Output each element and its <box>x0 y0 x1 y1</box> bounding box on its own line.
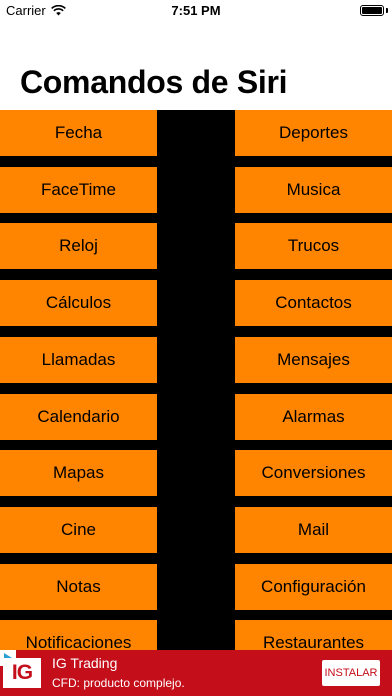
command-button-mail[interactable]: Mail <box>235 507 392 553</box>
ad-title: IG Trading <box>52 655 118 671</box>
battery-icon <box>360 5 384 16</box>
command-button-configuracion[interactable]: Configuración <box>235 564 392 610</box>
command-button-calculos[interactable]: Cálculos <box>0 280 157 326</box>
command-button-notificaciones[interactable]: Notificaciones <box>0 620 157 650</box>
ad-subtitle: CFD: producto complejo. <box>52 676 185 690</box>
command-button-alarmas[interactable]: Alarmas <box>235 394 392 440</box>
command-button-conversiones[interactable]: Conversiones <box>235 450 392 496</box>
command-button-cine[interactable]: Cine <box>0 507 157 553</box>
command-button-fecha[interactable]: Fecha <box>0 110 157 156</box>
command-grid: Fecha Deportes FaceTime Musica Reloj Tru… <box>0 110 392 650</box>
command-button-trucos[interactable]: Trucos <box>235 223 392 269</box>
command-button-mensajes[interactable]: Mensajes <box>235 337 392 383</box>
command-button-reloj[interactable]: Reloj <box>0 223 157 269</box>
ad-logo: IG <box>3 658 41 688</box>
command-button-deportes[interactable]: Deportes <box>235 110 392 156</box>
page-title: Comandos de Siri <box>20 64 288 100</box>
command-button-restaurantes[interactable]: Restaurantes <box>235 620 392 650</box>
ad-install-button[interactable]: INSTALAR <box>322 660 380 686</box>
command-button-musica[interactable]: Musica <box>235 167 392 213</box>
command-button-contactos[interactable]: Contactos <box>235 280 392 326</box>
status-bar: Carrier 7:51 PM <box>0 0 392 22</box>
command-button-facetime[interactable]: FaceTime <box>0 167 157 213</box>
command-button-mapas[interactable]: Mapas <box>0 450 157 496</box>
command-button-llamadas[interactable]: Llamadas <box>0 337 157 383</box>
battery-tip <box>386 8 388 13</box>
command-button-calendario[interactable]: Calendario <box>0 394 157 440</box>
command-button-notas[interactable]: Notas <box>0 564 157 610</box>
ad-banner[interactable]: IG IG Trading CFD: producto complejo. IN… <box>0 650 392 696</box>
status-time: 7:51 PM <box>171 3 221 18</box>
